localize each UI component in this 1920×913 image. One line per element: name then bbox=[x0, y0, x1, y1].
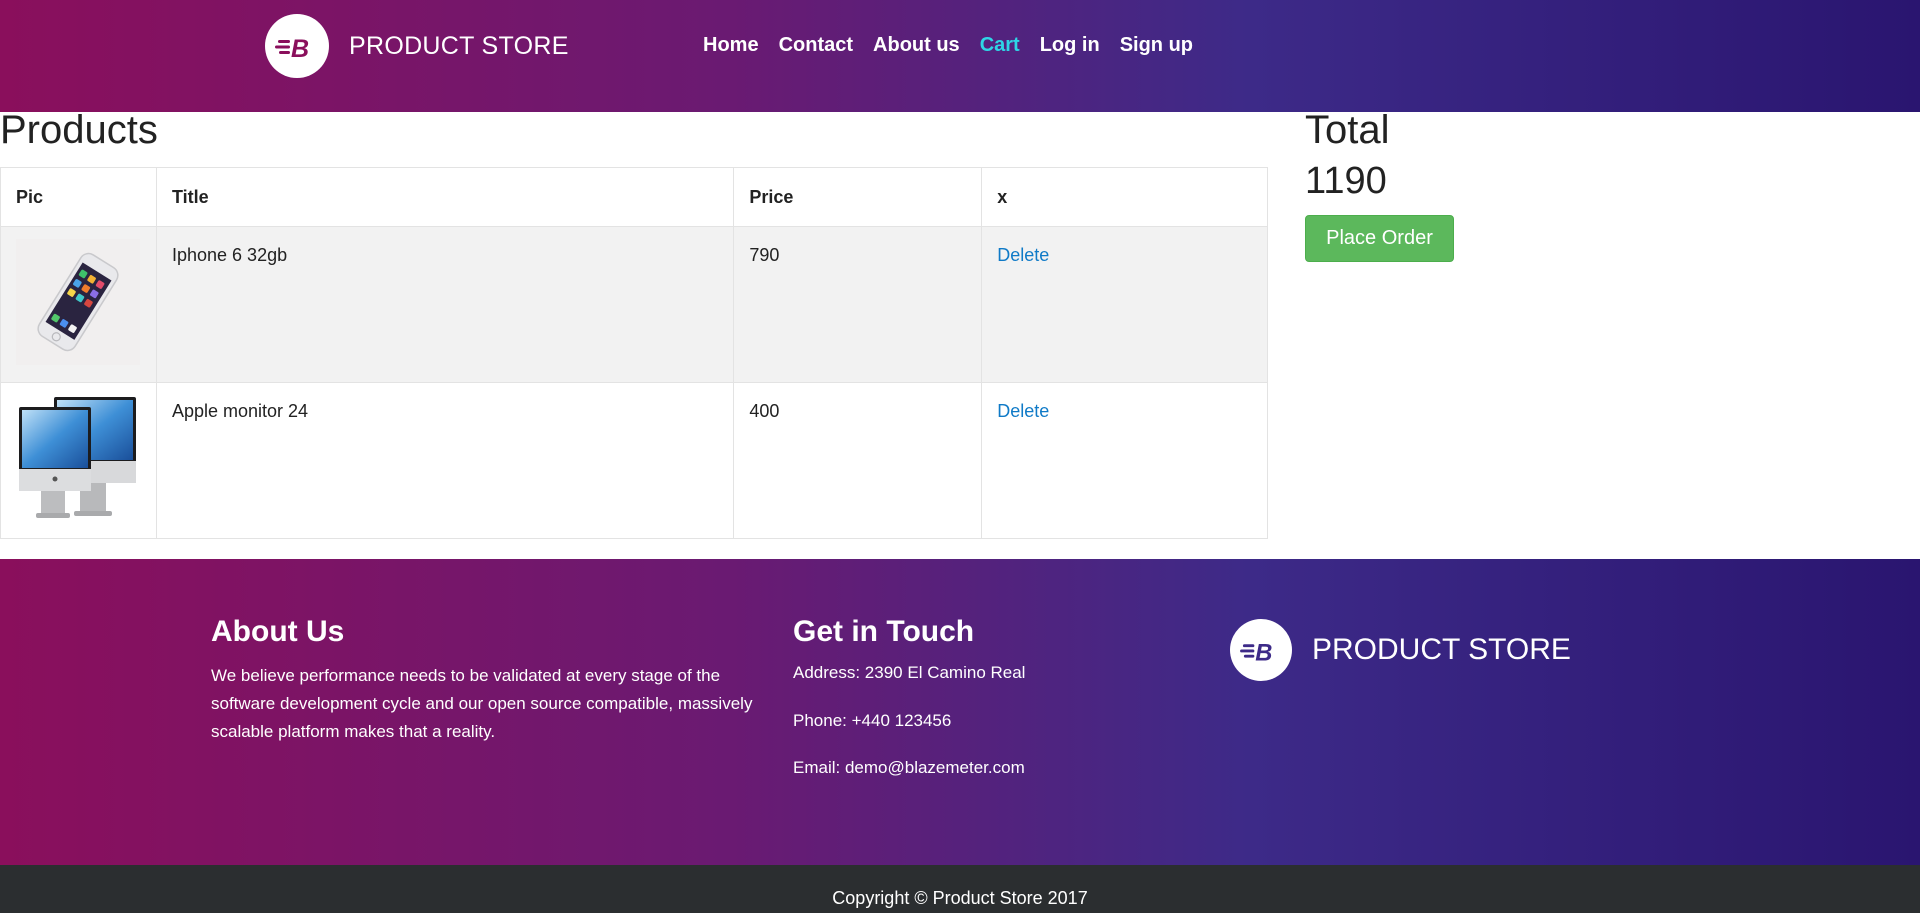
brand-link[interactable]: B PRODUCT STORE bbox=[265, 14, 569, 78]
nav-links: Home Contact About us Cart Log in Sign u… bbox=[703, 30, 1213, 60]
nav-contact[interactable]: Contact bbox=[779, 30, 853, 60]
svg-text:B: B bbox=[291, 35, 309, 63]
footer-logo-icon: B bbox=[1230, 619, 1292, 681]
cart-table: Pic Title Price x Iphone 6 32gb 790 Dele… bbox=[0, 167, 1268, 539]
footer-brand: B PRODUCT STORE bbox=[1230, 619, 1571, 681]
product-action-cell: Delete bbox=[981, 226, 1268, 383]
total-heading: Total bbox=[1305, 108, 1390, 152]
brand-name: PRODUCT STORE bbox=[349, 31, 569, 60]
column-header-price: Price bbox=[733, 167, 983, 227]
copyright-text: Copyright © Product Store 2017 bbox=[832, 888, 1088, 908]
copyright-bar: Copyright © Product Store 2017 bbox=[0, 865, 1920, 913]
place-order-button[interactable]: Place Order bbox=[1305, 215, 1454, 262]
footer-about-text: We believe performance needs to be valid… bbox=[211, 666, 753, 741]
table-row: Apple monitor 24 400 Delete bbox=[0, 382, 1268, 539]
footer-brand-name: PRODUCT STORE bbox=[1312, 633, 1571, 666]
total-amount: 1190 bbox=[1305, 160, 1387, 202]
nav-sign-up[interactable]: Sign up bbox=[1120, 30, 1193, 60]
delete-link[interactable]: Delete bbox=[997, 245, 1049, 265]
nav-home[interactable]: Home bbox=[703, 30, 759, 60]
nav-about-us[interactable]: About us bbox=[873, 30, 960, 60]
brand-logo-icon: B bbox=[265, 14, 329, 78]
navbar: B PRODUCT STORE Home Contact About us Ca… bbox=[0, 0, 1920, 112]
footer-phone: Phone: +440 123456 bbox=[793, 711, 952, 730]
table-header-row: Pic Title Price x bbox=[0, 167, 1268, 227]
product-pic-cell bbox=[0, 226, 157, 383]
product-pic-cell bbox=[0, 382, 157, 539]
table-row: Iphone 6 32gb 790 Delete bbox=[0, 226, 1268, 383]
footer-contact-title: Get in Touch bbox=[793, 615, 975, 648]
column-header-x: x bbox=[981, 167, 1268, 227]
footer: About Us We believe performance needs to… bbox=[0, 559, 1920, 865]
nav-log-in[interactable]: Log in bbox=[1040, 30, 1100, 60]
footer-email: Email: demo@blazemeter.com bbox=[793, 758, 1025, 777]
footer-about-title: About Us bbox=[211, 615, 345, 648]
column-header-pic: Pic bbox=[0, 167, 157, 227]
products-heading: Products bbox=[0, 108, 158, 152]
footer-address: Address: 2390 El Camino Real bbox=[793, 663, 1026, 682]
svg-text:B: B bbox=[1255, 639, 1272, 666]
product-title-cell: Iphone 6 32gb bbox=[155, 226, 735, 383]
product-price-cell: 400 bbox=[733, 382, 983, 539]
iphone-image bbox=[16, 239, 140, 365]
delete-link[interactable]: Delete bbox=[997, 401, 1049, 421]
nav-cart[interactable]: Cart bbox=[980, 30, 1020, 60]
product-title-cell: Apple monitor 24 bbox=[155, 382, 735, 539]
monitor-image bbox=[19, 397, 136, 518]
product-action-cell: Delete bbox=[981, 382, 1268, 539]
column-header-title: Title bbox=[155, 167, 735, 227]
product-price-cell: 790 bbox=[733, 226, 983, 383]
